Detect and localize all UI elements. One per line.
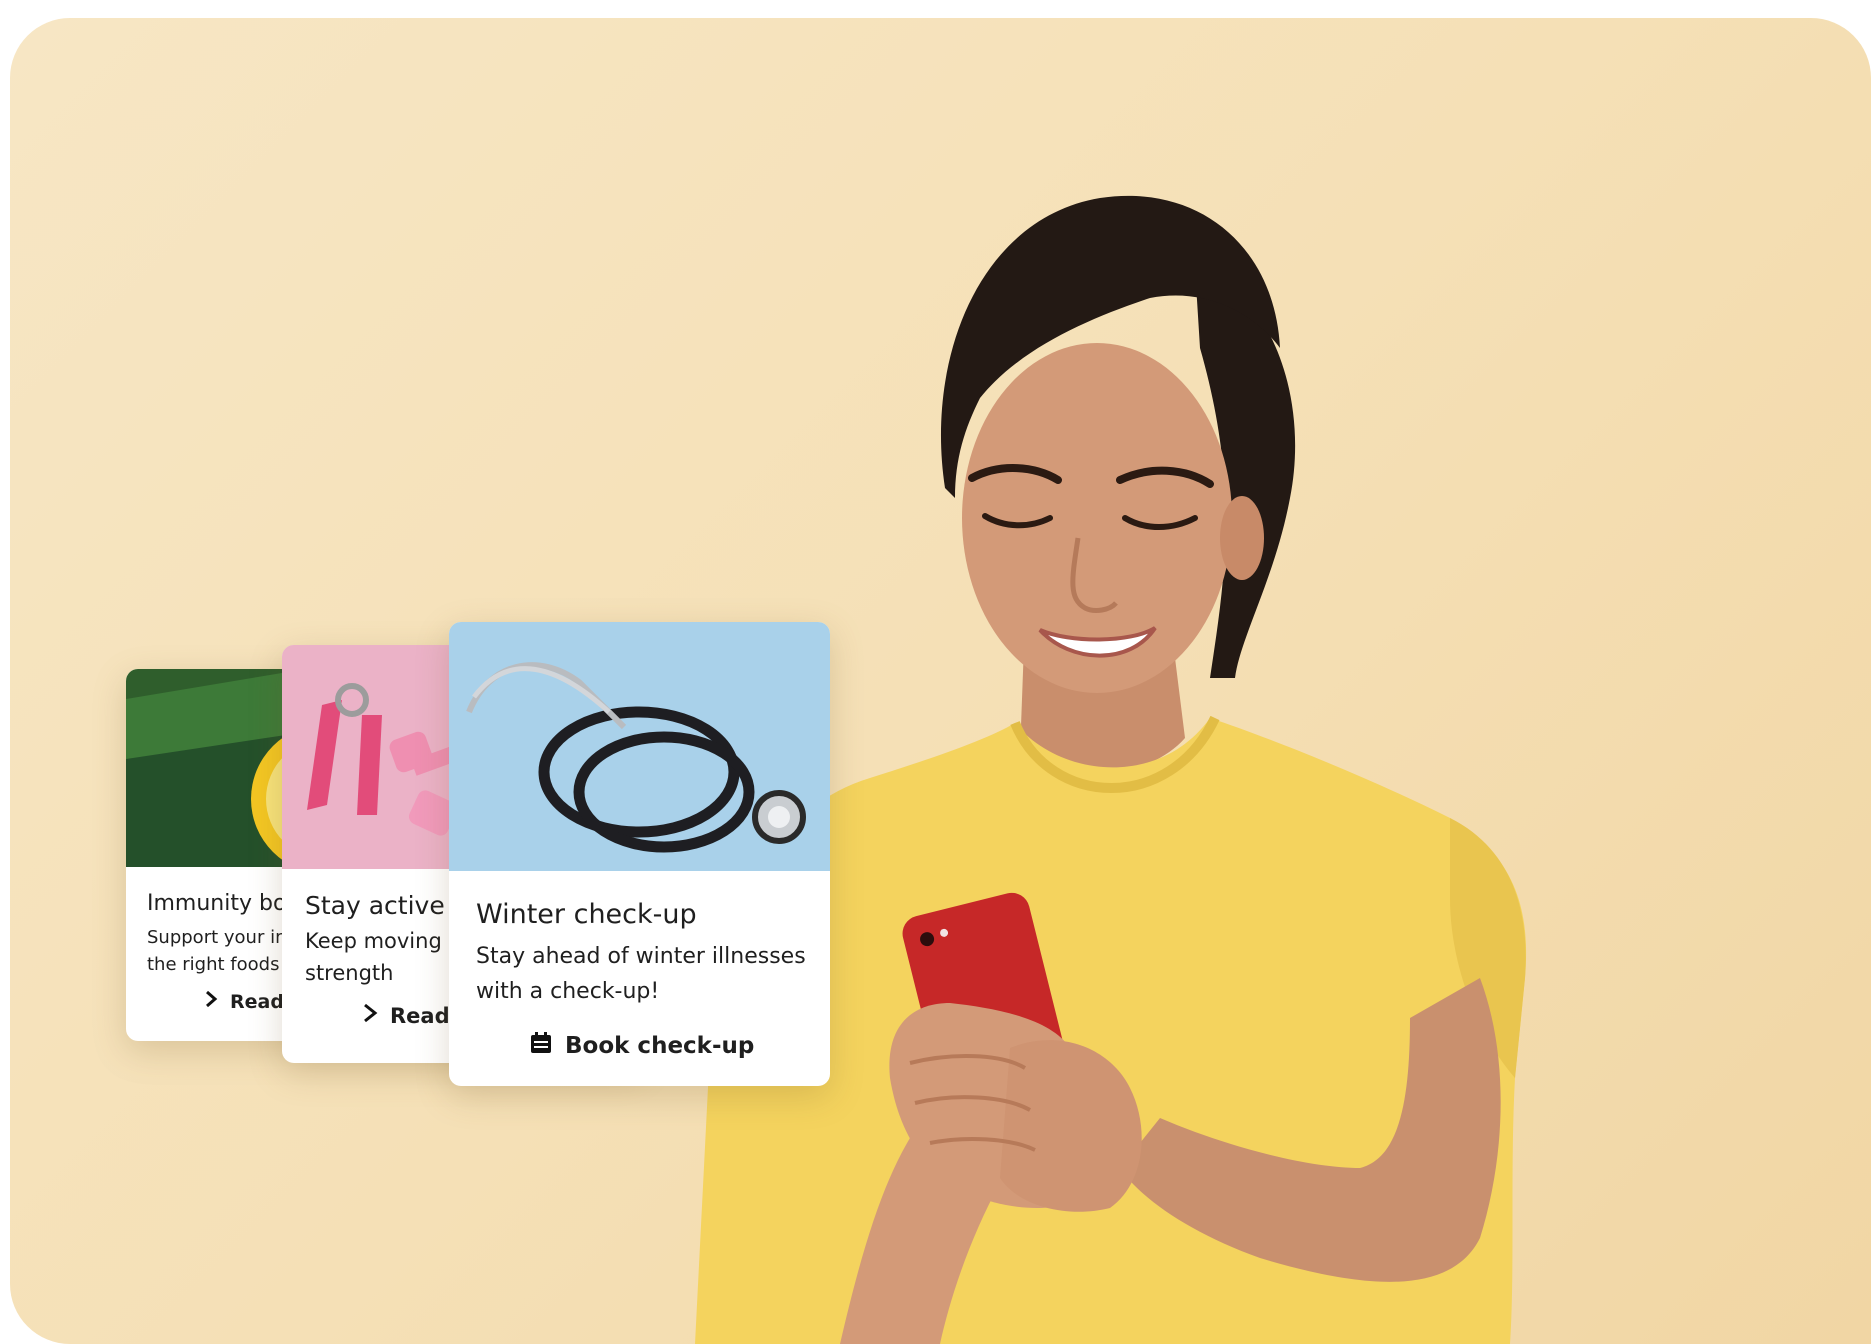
- card-description: Stay ahead of winter illnesses with a ch…: [476, 944, 806, 1004]
- book-check-up-label: Book check-up: [565, 1033, 755, 1059]
- card-title: Stay active: [305, 891, 445, 920]
- stethoscope-photo: [449, 622, 830, 871]
- card-winter-check-up[interactable]: Winter check-up Stay ahead of winter ill…: [449, 622, 830, 1086]
- book-check-up-button[interactable]: Book check-up: [529, 1031, 754, 1061]
- card-title: Winter check-up: [476, 899, 697, 930]
- chevron-right-icon: [204, 990, 218, 1013]
- chevron-right-icon: [362, 1003, 378, 1028]
- hero-banner: Immunity boost Support your immune syste…: [10, 18, 1871, 1344]
- calendar-icon: [529, 1031, 553, 1061]
